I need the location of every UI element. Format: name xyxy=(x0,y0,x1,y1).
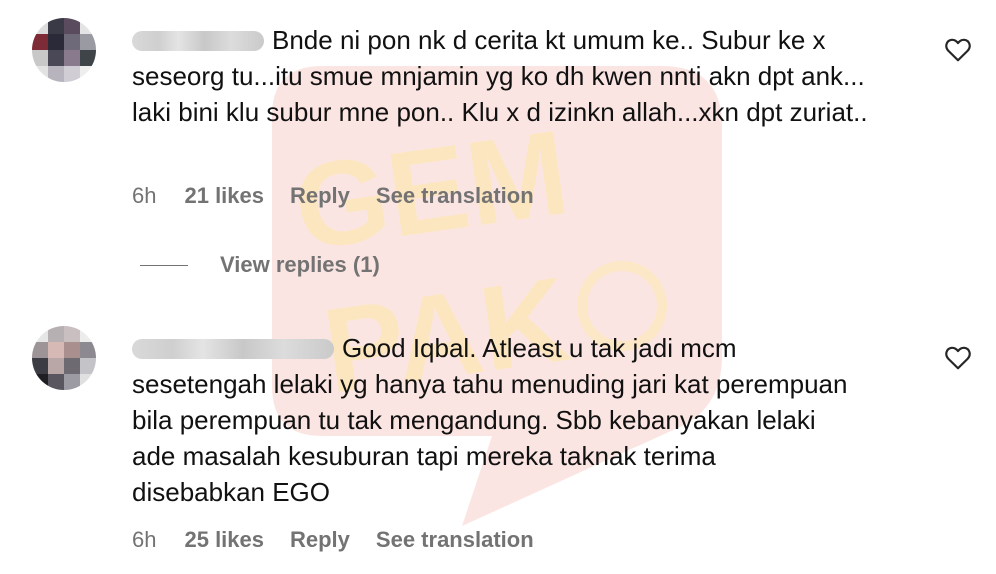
see-translation-button[interactable]: See translation xyxy=(376,183,534,209)
likes-count[interactable]: 21 likes xyxy=(184,183,264,209)
timestamp[interactable]: 6h xyxy=(132,183,156,209)
reply-button[interactable]: Reply xyxy=(290,183,350,209)
reply-divider-line xyxy=(140,264,188,266)
comment-meta: 6h 21 likes Reply See translation xyxy=(132,183,534,209)
likes-count[interactable]: 25 likes xyxy=(184,527,264,553)
comment-meta: 6h 25 likes Reply See translation xyxy=(132,527,534,553)
username-blurred[interactable] xyxy=(132,339,334,359)
reply-button[interactable]: Reply xyxy=(290,527,350,553)
heart-outline-icon[interactable] xyxy=(945,346,971,370)
username-blurred[interactable] xyxy=(132,31,264,51)
comment-text: Good Iqbal. Atleast u tak jadi mcm seset… xyxy=(132,333,848,507)
view-replies-button[interactable]: View replies (1) xyxy=(140,252,380,278)
see-translation-button[interactable]: See translation xyxy=(376,527,534,553)
view-replies-label: View replies (1) xyxy=(220,252,380,277)
heart-outline-icon[interactable] xyxy=(945,38,971,62)
avatar-1[interactable] xyxy=(32,18,96,82)
comment-text: Bnde ni pon nk d cerita kt umum ke.. Sub… xyxy=(132,25,868,127)
timestamp[interactable]: 6h xyxy=(132,527,156,553)
avatar-2[interactable] xyxy=(32,326,96,390)
